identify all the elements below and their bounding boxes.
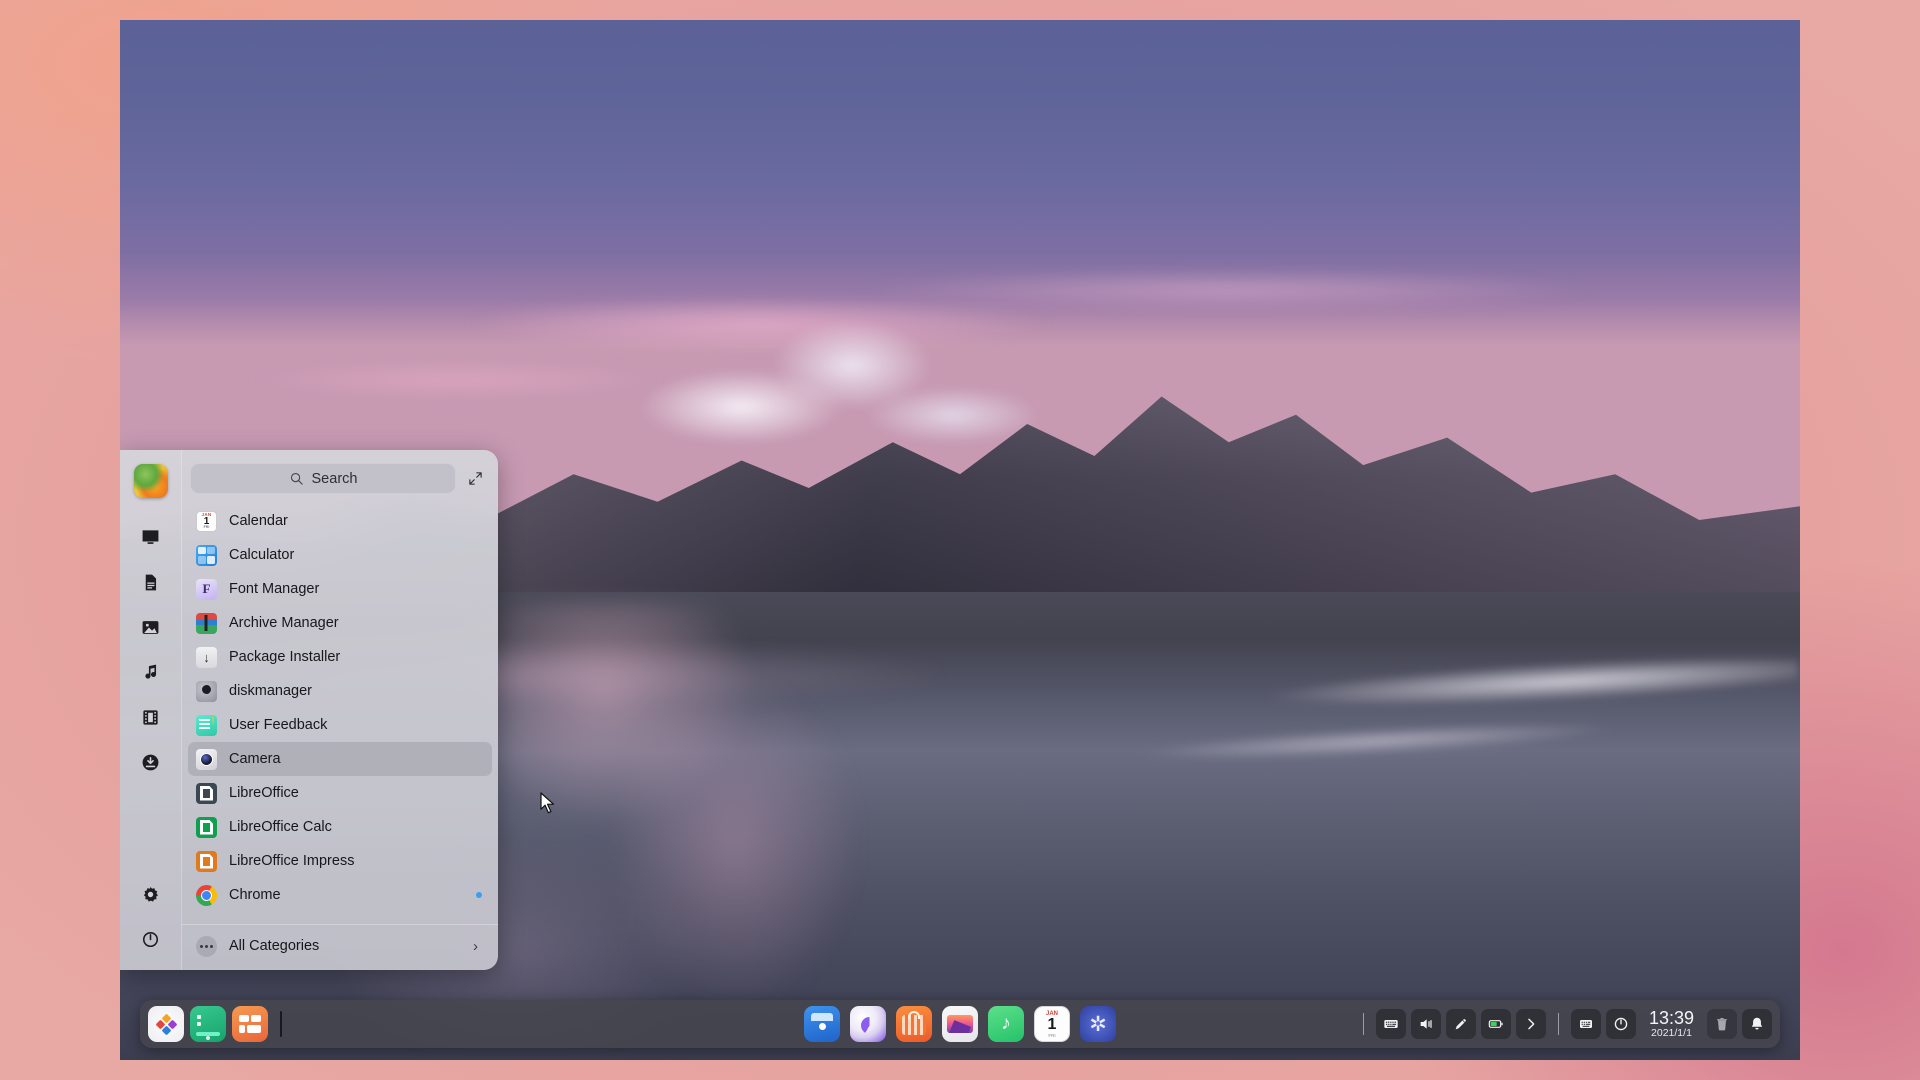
documents-icon[interactable] [134, 565, 168, 599]
app-label: LibreOffice Calc [229, 819, 332, 835]
app-label: LibreOffice [229, 785, 299, 801]
music-icon[interactable] [134, 655, 168, 689]
app-label: Archive Manager [229, 615, 339, 631]
chrome-icon [196, 884, 217, 906]
libreoffice-icon [196, 782, 217, 804]
app-store-button[interactable] [232, 1006, 268, 1042]
calendar-icon: JAN 1 FRI [196, 510, 217, 532]
app-item-libreoffice-impress[interactable]: LibreOffice Impress [188, 844, 492, 878]
app-label: Package Installer [229, 649, 341, 665]
notification-bell-icon[interactable] [1742, 1009, 1772, 1039]
clock-date: 2021/1/1 [1651, 1026, 1692, 1039]
tray-separator-right [1557, 1013, 1559, 1035]
calculator-icon [196, 544, 217, 566]
app-label: Calendar [229, 513, 288, 529]
browser-button[interactable] [850, 1006, 886, 1042]
app-label: diskmanager [229, 683, 313, 699]
computer-icon[interactable] [134, 520, 168, 554]
app-item-camera[interactable]: Camera [188, 742, 492, 776]
photos-button[interactable] [942, 1006, 978, 1042]
launcher-button[interactable] [148, 1006, 184, 1042]
calendar-weekday: FRI [1048, 1032, 1056, 1038]
app-label: LibreOffice Impress [229, 853, 355, 869]
tray-expand-icon[interactable] [1515, 1009, 1546, 1039]
package-installer-icon [196, 646, 217, 668]
calendar-day: 1 [1047, 1015, 1057, 1033]
app-item-calendar[interactable]: JAN 1 FRI Calendar [188, 504, 492, 538]
user-avatar[interactable] [133, 464, 168, 498]
all-categories-button[interactable]: All Categories › [188, 929, 492, 963]
keyboard-layout-icon[interactable] [1375, 1009, 1406, 1039]
brightness-icon[interactable] [1445, 1009, 1476, 1039]
calendar-button[interactable]: JAN 1 FRI [1034, 1006, 1070, 1042]
tray-separator-left [1362, 1013, 1364, 1035]
downloads-icon[interactable] [134, 745, 168, 779]
app-label: Calculator [229, 547, 295, 563]
all-categories-label: All Categories [229, 938, 320, 954]
dock-divider [280, 1011, 282, 1037]
libreoffice-calc-icon [196, 816, 217, 838]
app-item-libreoffice-calc[interactable]: LibreOffice Calc [188, 810, 492, 844]
clock-time: 13:39 [1648, 1008, 1694, 1029]
chevron-right-icon: › [473, 937, 478, 955]
store-button[interactable] [896, 1006, 932, 1042]
ellipsis-icon [196, 935, 217, 957]
application-list[interactable]: JAN 1 FRI Calendar Calculator F Font Manag… [182, 504, 498, 924]
taskbar-dock[interactable]: JAN 1 FRI [140, 1000, 1780, 1048]
dock-system-tray: 13:39 2021/1/1 [1356, 1009, 1772, 1039]
desktop-frame: Search JAN 1 FRI Calendar Calculator F F… [0, 0, 1920, 1080]
search-icon [290, 472, 303, 485]
music-button[interactable] [988, 1006, 1024, 1042]
pictures-icon[interactable] [134, 610, 168, 644]
libreoffice-impress-icon [196, 850, 217, 872]
running-indicator [206, 1036, 210, 1040]
search-placeholder: Search [311, 470, 358, 487]
screen: Search JAN 1 FRI Calendar Calculator F F… [120, 20, 1800, 1060]
volume-icon[interactable] [1410, 1009, 1441, 1039]
app-label: Font Manager [229, 581, 320, 597]
dock-center-group: JAN 1 FRI [804, 1006, 1116, 1042]
launcher-header: Search [182, 450, 498, 504]
disk-manager-icon [196, 680, 217, 702]
search-input[interactable]: Search [190, 463, 456, 494]
app-item-user-feedback[interactable]: User Feedback [188, 708, 492, 742]
settings-icon[interactable] [134, 877, 168, 911]
app-label: User Feedback [229, 717, 328, 733]
application-launcher-menu[interactable]: Search JAN 1 FRI Calendar Calculator F F… [120, 450, 498, 970]
dock-left-group [148, 1006, 288, 1042]
font-manager-icon: F [196, 578, 217, 600]
power-menu-icon[interactable] [1605, 1009, 1636, 1039]
app-item-chrome[interactable]: Chrome [188, 878, 492, 912]
battery-icon[interactable] [1480, 1009, 1511, 1039]
app-item-libreoffice[interactable]: LibreOffice [188, 776, 492, 810]
camera-icon [196, 748, 217, 770]
archive-manager-icon [196, 612, 217, 634]
app-label: Camera [229, 751, 281, 767]
app-item-archive-manager[interactable]: Archive Manager [188, 606, 492, 640]
clock[interactable]: 13:39 2021/1/1 [1641, 1009, 1702, 1039]
terminal-button[interactable] [190, 1006, 226, 1042]
launcher-main-panel: Search JAN 1 FRI Calendar Calculator F F… [182, 450, 498, 970]
app-item-diskmanager[interactable]: diskmanager [188, 674, 492, 708]
app-item-calculator[interactable]: Calculator [188, 538, 492, 572]
launcher-sidebar [120, 450, 182, 970]
user-feedback-icon [196, 714, 217, 736]
file-manager-button[interactable] [804, 1006, 840, 1042]
onscreen-keyboard-icon[interactable] [1570, 1009, 1601, 1039]
new-app-badge [476, 892, 482, 898]
trash-icon[interactable] [1707, 1009, 1737, 1039]
app-item-package-installer[interactable]: Package Installer [188, 640, 492, 674]
app-label: Chrome [229, 887, 281, 903]
expand-icon[interactable] [464, 468, 486, 490]
settings-button[interactable] [1080, 1006, 1116, 1042]
videos-icon[interactable] [134, 700, 168, 734]
power-icon[interactable] [134, 922, 168, 956]
launcher-footer: All Categories › [182, 924, 498, 970]
app-item-font-manager[interactable]: F Font Manager [188, 572, 492, 606]
